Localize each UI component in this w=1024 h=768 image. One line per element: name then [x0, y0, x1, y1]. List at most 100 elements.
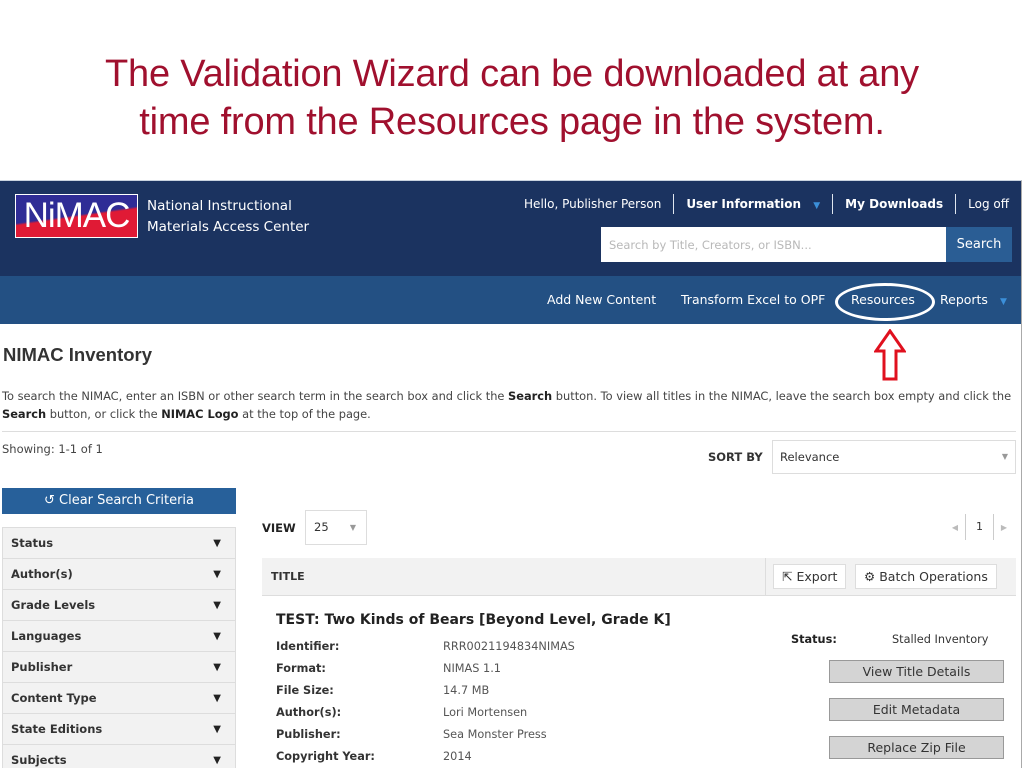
result-title[interactable]: TEST: Two Kinds of Bears [Beyond Level, …	[276, 612, 671, 628]
top-links: Hello, Publisher Person User Information…	[524, 194, 1009, 214]
facet-label: Content Type	[11, 691, 97, 705]
nav-transform-excel-to-opf[interactable]: Transform Excel to OPF	[681, 276, 825, 324]
sort-by-select[interactable]: Relevance ▼	[772, 440, 1016, 474]
sort-by-value: Relevance	[780, 450, 840, 464]
facet-label: Publisher	[11, 660, 73, 674]
meta-value: RRR0021194834NIMAS	[443, 640, 575, 653]
caret-down-icon: ▼	[213, 631, 221, 642]
facet-label: Author(s)	[11, 567, 73, 581]
user-information-label: User Information	[686, 197, 802, 211]
search-input[interactable]	[601, 227, 946, 262]
facet-label: Grade Levels	[11, 598, 96, 612]
divider	[673, 194, 675, 214]
status-value: Stalled Inventory	[892, 633, 989, 646]
facet-content-type[interactable]: Content Type ▼	[3, 683, 235, 714]
caret-down-icon: ▼	[213, 755, 221, 766]
greeting-text: Hello, Publisher Person	[524, 197, 662, 211]
facet-authors[interactable]: Author(s) ▼	[3, 559, 235, 590]
nav-add-new-content[interactable]: Add New Content	[547, 276, 656, 324]
search-button[interactable]: Search	[946, 227, 1012, 262]
view-count-select[interactable]: 25 ▼	[305, 510, 367, 545]
view-label: VIEW	[262, 521, 296, 535]
caret-down-icon: ▼	[999, 297, 1007, 307]
meta-value: NIMAS 1.1	[443, 662, 501, 675]
meta-label: Format:	[276, 662, 326, 675]
caret-down-icon: ▼	[213, 693, 221, 704]
status-label: Status:	[791, 633, 837, 646]
reset-icon: ↺	[43, 493, 55, 508]
slide-title-line-2: time from the Resources page in the syst…	[139, 101, 885, 143]
caret-down-icon: ▼	[213, 724, 221, 735]
nimac-screenshot: NiMAC National Instructional Materials A…	[0, 180, 1022, 768]
intro-bold: NIMAC Logo	[161, 407, 239, 421]
org-name-line-2: Materials Access Center	[147, 219, 310, 235]
results-count: Showing: 1-1 of 1	[2, 442, 103, 456]
org-name-line-1: National Instructional	[147, 198, 292, 214]
view-title-details-button[interactable]: View Title Details	[829, 660, 1004, 683]
meta-value: Lori Mortensen	[443, 706, 528, 719]
meta-label: Author(s):	[276, 706, 342, 719]
facet-label: Subjects	[11, 753, 67, 767]
results-table-header: TITLE ⇱ Export ⚙ Batch Operations	[262, 558, 1016, 596]
facet-list: Status ▼ Author(s) ▼ Grade Levels ▼ Languag…	[2, 527, 236, 768]
meta-label: Copyright Year:	[276, 750, 375, 763]
meta-value: 2014	[443, 750, 472, 763]
meta-value: 14.7 MB	[443, 684, 490, 697]
org-name: National Instructional Materials Access …	[147, 196, 309, 238]
clear-search-criteria-button[interactable]: ↺ Clear Search Criteria	[2, 488, 236, 514]
intro-part: at the top of the page.	[238, 407, 371, 421]
facet-state-editions[interactable]: State Editions ▼	[3, 714, 235, 745]
prev-page-icon[interactable]: ◀	[945, 523, 965, 532]
export-icon: ⇱	[782, 569, 793, 584]
replace-zip-file-button[interactable]: Replace Zip File	[829, 736, 1004, 759]
intro-part: To search the NIMAC, enter an ISBN or ot…	[2, 389, 509, 403]
facet-label: Status	[11, 536, 54, 550]
facet-label: State Editions	[11, 722, 103, 736]
intro-part: button. To view all titles in the NIMAC,…	[552, 389, 1012, 403]
page-number[interactable]: 1	[965, 514, 994, 540]
facet-grade-levels[interactable]: Grade Levels ▼	[3, 590, 235, 621]
slide-title-line-1: The Validation Wizard can be downloaded …	[105, 53, 919, 95]
next-page-icon[interactable]: ▶	[994, 523, 1014, 532]
facet-languages[interactable]: Languages ▼	[3, 621, 235, 652]
site-header: NiMAC National Instructional Materials A…	[0, 181, 1021, 276]
divider	[955, 194, 957, 214]
caret-down-icon: ▼	[813, 201, 821, 211]
intro-bold: Search	[508, 389, 553, 403]
pagination: ◀ 1 ▶	[945, 512, 1014, 542]
caret-down-icon: ▼	[213, 600, 221, 611]
divider	[2, 431, 1016, 432]
meta-label: File Size:	[276, 684, 334, 697]
nav-reports[interactable]: Reports ▼	[940, 276, 1007, 324]
caret-down-icon: ▼	[213, 569, 221, 580]
sort-by-label: SORT BY	[708, 450, 763, 464]
export-label: Export	[796, 569, 838, 584]
gear-icon: ⚙	[864, 569, 876, 584]
caret-down-icon: ▼	[349, 523, 356, 532]
log-off-link[interactable]: Log off	[968, 197, 1009, 211]
divider	[765, 558, 766, 596]
page-title: NIMAC Inventory	[3, 344, 153, 365]
export-button[interactable]: ⇱ Export	[773, 564, 847, 589]
caret-down-icon: ▼	[213, 538, 221, 549]
facet-status[interactable]: Status ▼	[3, 528, 235, 559]
batch-operations-button[interactable]: ⚙ Batch Operations	[855, 564, 997, 589]
column-title[interactable]: TITLE	[271, 558, 305, 596]
slide-title: The Validation Wizard can be downloaded …	[0, 50, 1024, 146]
facet-label: Languages	[11, 629, 82, 643]
my-downloads-link[interactable]: My Downloads	[845, 197, 943, 211]
red-up-arrow-icon	[874, 329, 906, 381]
user-information-menu[interactable]: User Information ▼	[686, 197, 820, 211]
meta-label: Publisher:	[276, 728, 341, 741]
intro-text: To search the NIMAC, enter an ISBN or ot…	[2, 387, 1012, 423]
intro-part: button, or click the	[46, 407, 162, 421]
facet-subjects[interactable]: Subjects ▼	[3, 745, 235, 768]
nimac-logo[interactable]: NiMAC	[15, 194, 138, 238]
intro-bold: Search	[2, 407, 47, 421]
caret-down-icon: ▼	[213, 662, 221, 673]
caret-down-icon: ▼	[1001, 452, 1008, 461]
edit-metadata-button[interactable]: Edit Metadata	[829, 698, 1004, 721]
facet-publisher[interactable]: Publisher ▼	[3, 652, 235, 683]
clear-search-criteria-label: Clear Search Criteria	[59, 493, 195, 508]
highlight-ellipse	[835, 283, 935, 321]
